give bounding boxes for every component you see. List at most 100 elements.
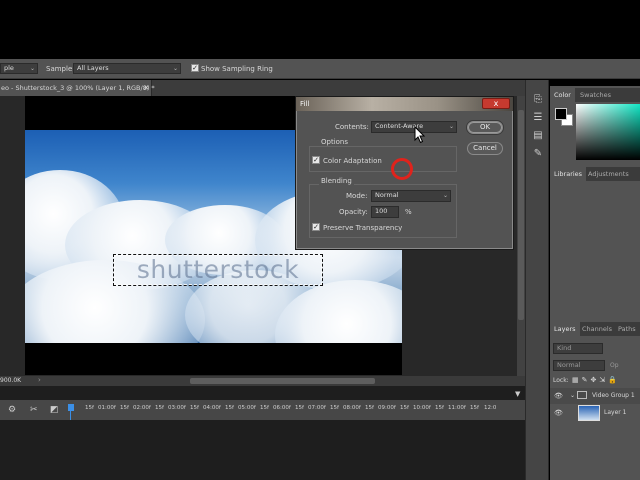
- blend-mode-value: Normal: [375, 191, 399, 199]
- ok-button[interactable]: OK: [467, 121, 503, 134]
- opacity-unit: %: [405, 208, 412, 216]
- opacity-input[interactable]: 100: [371, 206, 399, 218]
- timeline-tick: 15f: [365, 405, 374, 411]
- mode-select[interactable]: ple ⌄: [0, 63, 38, 74]
- libraries-panel-tabs: Libraries Adjustments: [550, 167, 640, 181]
- mouse-cursor-icon: [414, 126, 426, 144]
- document-size: 900.0K: [0, 377, 22, 384]
- show-sampling-ring-label: Show Sampling Ring: [201, 65, 273, 73]
- timeline-tick: 07:00f: [308, 405, 326, 411]
- tab-swatches[interactable]: Swatches: [576, 88, 615, 102]
- blending-group-label: Blending: [319, 177, 354, 185]
- preserve-transparency-checkbox[interactable]: ✓: [312, 223, 320, 231]
- timeline-tick: 15f: [295, 405, 304, 411]
- sample-select-value: All Layers: [77, 64, 109, 72]
- timeline-tick: 03:00f: [168, 405, 186, 411]
- panel-icon-strip: ⎘ ☰ ▤ ✎: [525, 80, 549, 480]
- document-tab[interactable]: eo - Shutterstock_3 @ 100% (Layer 1, RGB…: [0, 80, 155, 96]
- timeline-tick: 15f: [190, 405, 199, 411]
- timeline-tick: 15f: [470, 405, 479, 411]
- opacity-value: 100: [375, 207, 388, 215]
- timeline-tick: 09:00f: [378, 405, 396, 411]
- timeline-tick: 02:00f: [133, 405, 151, 411]
- timeline-tick: 11:00f: [448, 405, 466, 411]
- layer-kind-filter[interactable]: Kind: [553, 343, 603, 354]
- tab-paths[interactable]: Paths: [614, 322, 640, 336]
- history-icon[interactable]: ⎘: [532, 94, 544, 106]
- transition-icon[interactable]: ◩: [50, 405, 59, 415]
- gear-icon[interactable]: ⚙: [8, 405, 16, 415]
- tab-channels[interactable]: Channels: [578, 322, 616, 336]
- folder-icon: [577, 391, 587, 399]
- lock-icons[interactable]: ▦✎✥⇲🔒: [572, 376, 620, 384]
- chevron-down-icon: ⌄: [172, 65, 178, 72]
- layer-name: Layer 1: [604, 409, 627, 416]
- selection-marquee[interactable]: [113, 254, 323, 286]
- timeline-tick: 15f: [435, 405, 444, 411]
- timeline-tick: 05:00f: [238, 405, 256, 411]
- preserve-transparency-label: Preserve Transparency: [323, 224, 403, 232]
- timeline-tick: 06:00f: [273, 405, 291, 411]
- options-bar: ple ⌄ Sample: All Layers ⌄ ✓ Show Sampling…: [0, 59, 640, 79]
- tab-libraries[interactable]: Libraries: [550, 167, 587, 181]
- timeline-tick: 15f: [120, 405, 129, 411]
- timeline-tick: 15f: [155, 405, 164, 411]
- layer-blend-mode-select[interactable]: Normal: [553, 360, 605, 371]
- properties-icon[interactable]: ▤: [532, 130, 544, 142]
- layer-row-layer-1[interactable]: 👁 Layer 1: [550, 404, 640, 422]
- close-button[interactable]: x: [482, 98, 510, 109]
- color-picker-field[interactable]: [576, 104, 640, 160]
- timeline-tick: 15f: [85, 405, 94, 411]
- vertical-scrollbar-thumb[interactable]: [518, 110, 524, 320]
- timeline-tick: 10:00f: [413, 405, 431, 411]
- layer-thumbnail: [578, 405, 600, 421]
- adjust-icon[interactable]: ☰: [532, 112, 544, 124]
- tab-adjustments[interactable]: Adjustments: [584, 167, 633, 181]
- playhead[interactable]: [68, 404, 74, 411]
- fill-dialog-titlebar[interactable]: Fill: [296, 97, 513, 111]
- timeline-tick: 04:00f: [203, 405, 221, 411]
- dialog-title: Fill: [300, 100, 310, 108]
- horizontal-scrollbar-thumb[interactable]: [190, 378, 375, 384]
- tab-color[interactable]: Color: [550, 88, 575, 102]
- photoshop-window: ple ⌄ Sample: All Layers ⌄ ✓ Show Sampling…: [0, 0, 640, 480]
- cancel-button[interactable]: Cancel: [467, 142, 503, 155]
- eye-icon[interactable]: 👁: [554, 392, 563, 400]
- timeline-scroll-down-icon[interactable]: ▼: [515, 390, 520, 398]
- chevron-down-icon: ⌄: [442, 192, 448, 199]
- sample-label: Sample:: [46, 65, 75, 73]
- timeline-tick: 15f: [260, 405, 269, 411]
- layer-opacity-label: Op: [610, 362, 619, 369]
- sample-select[interactable]: All Layers ⌄: [73, 63, 181, 74]
- chevron-down-icon: ⌄: [29, 65, 35, 72]
- tab-layers[interactable]: Layers: [550, 322, 580, 336]
- playhead-line: [70, 411, 71, 420]
- expand-icon[interactable]: ⌄: [570, 392, 575, 399]
- chevron-down-icon: ⌄: [448, 123, 454, 130]
- timeline-tick: 15f: [225, 405, 234, 411]
- contents-label: Contents:: [335, 123, 369, 131]
- options-group-label: Options: [319, 138, 351, 146]
- blend-mode-value: Normal: [557, 361, 581, 369]
- layers-panel-tabs: Layers Channels Paths: [550, 322, 640, 336]
- color-adaptation-label: Color Adaptation: [323, 157, 382, 165]
- eye-icon[interactable]: 👁: [554, 409, 563, 417]
- foreground-color-swatch[interactable]: [555, 108, 567, 120]
- opacity-label: Opacity:: [339, 208, 368, 216]
- layer-row-video-group[interactable]: 👁 ⌄ Video Group 1: [550, 388, 640, 404]
- color-adaptation-checkbox[interactable]: ✓: [312, 156, 320, 164]
- blend-mode-select[interactable]: Normal ⌄: [371, 190, 451, 202]
- status-arrow-icon[interactable]: ›: [38, 376, 41, 384]
- show-sampling-ring-checkbox[interactable]: ✓: [191, 64, 199, 72]
- layer-name: Video Group 1: [592, 392, 635, 399]
- click-indicator: [391, 158, 413, 180]
- lock-label: Lock:: [553, 377, 569, 384]
- document-tab-title: eo - Shutterstock_3 @ 100% (Layer 1, RGB…: [1, 84, 155, 92]
- timeline-tick: 01:00f: [98, 405, 116, 411]
- scissors-icon[interactable]: ✂: [30, 405, 38, 415]
- kind-placeholder: Kind: [557, 344, 572, 352]
- brush-icon[interactable]: ✎: [532, 148, 544, 160]
- color-panel-tabs: Color Swatches: [550, 88, 640, 102]
- close-icon[interactable]: ×: [143, 83, 150, 92]
- timeline-tick: 15f: [400, 405, 409, 411]
